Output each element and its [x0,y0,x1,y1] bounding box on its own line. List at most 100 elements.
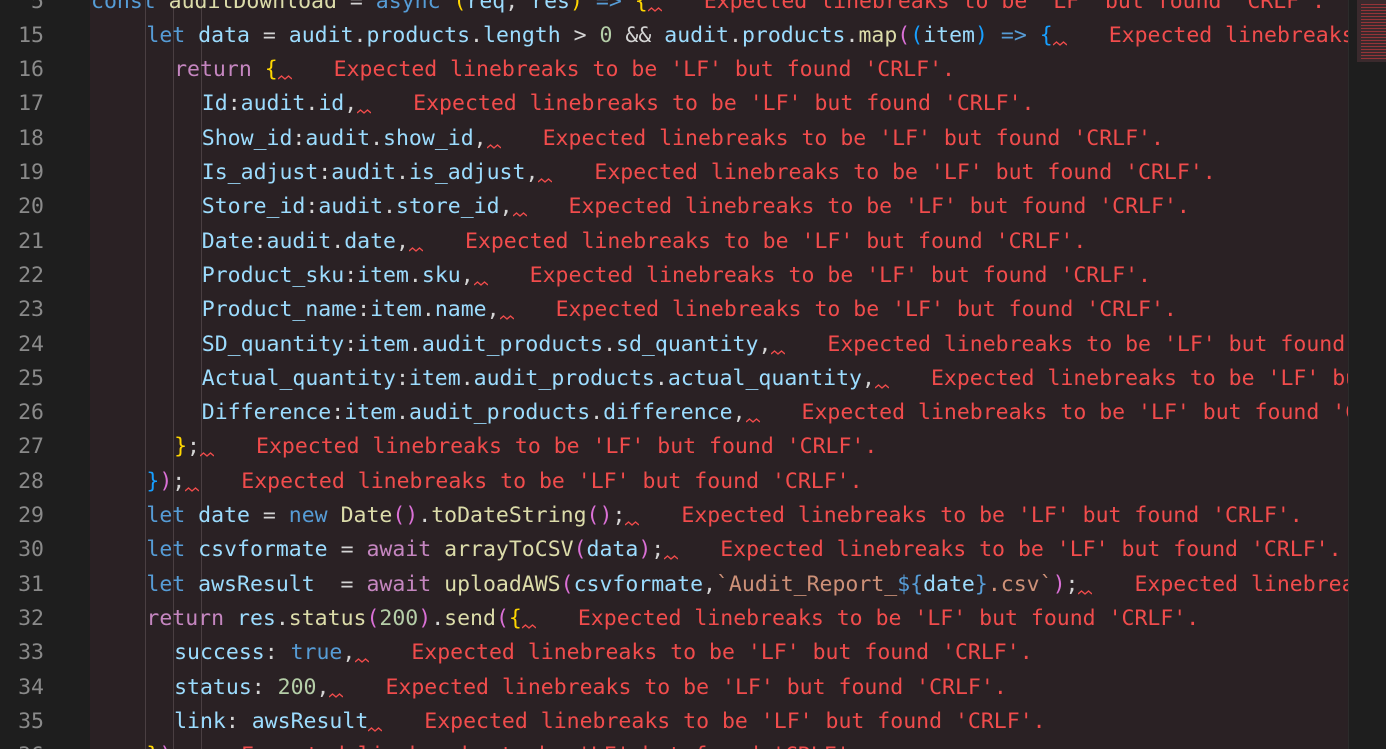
code-token: `Audit_Report_ [715,571,898,597]
code-token: audit [331,160,396,185]
code-token: && [612,22,665,48]
code-token: = [336,0,376,14]
error-lens-message: Expected linebreaks to be 'LF' but found… [413,91,1035,117]
code-token: : [251,674,278,700]
code-line[interactable]: }); Expected linebreaks to be 'LF' but fo… [146,739,862,749]
error-squiggle-icon[interactable] [473,259,488,293]
code-token: audit [240,91,306,117]
code-token: data [586,537,639,563]
code-token: ) [638,537,652,563]
code-text-area[interactable]: const auditDownload = async (req, res) =… [90,0,1348,749]
code-token: . [331,228,345,254]
error-lens-message: Expected linebreaks to be 'LF' but found… [424,708,1046,734]
code-token: audit [288,22,354,48]
error-squiggle-icon[interactable] [408,225,423,259]
line-number: 23 [18,297,44,323]
code-line[interactable]: Date:audit.date, Expected linebreaks to b… [202,225,1086,259]
error-squiggle-icon[interactable] [647,0,662,19]
error-squiggle-icon[interactable] [185,465,200,499]
code-token: uploadAWS [444,571,561,597]
code-token: ( [560,571,574,597]
code-line[interactable]: return {Expected linebreaks to be 'LF' b… [174,53,955,87]
code-line[interactable]: Actual_quantity:item.audit_products.actu… [202,362,1348,396]
code-token: . [460,365,474,391]
code-line[interactable]: let awsResult = await uploadAWS(csvforma… [146,568,1348,602]
code-token: { [508,605,522,631]
code-token: , [758,331,772,357]
code-token: . [408,331,422,357]
code-line[interactable]: Show_id:audit.show_id, Expected linebreak… [202,122,1164,156]
code-token: 200 [277,674,317,700]
error-squiggle-icon[interactable] [664,533,679,567]
error-squiggle-icon[interactable] [512,190,527,224]
line-number: 16 [18,57,44,83]
code-token: . [421,297,435,323]
code-line[interactable]: Product_sku:item.sku, Expected linebreaks… [202,259,1151,293]
code-line[interactable]: return res.status(200).send({Expected li… [146,602,1199,636]
code-token: date [198,503,250,528]
line-number: 20 [18,194,44,220]
code-token: ${ [897,571,924,597]
code-token: await [366,571,445,597]
line-number: 36 [0,739,44,749]
code-token: } [174,434,188,460]
code-token: let [146,22,199,48]
code-token: return [174,57,265,83]
code-token: > [560,22,600,48]
error-squiggle-icon[interactable] [486,122,501,156]
error-squiggle-icon[interactable] [521,602,536,636]
code-line[interactable]: status: 200, Expected linebreaks to be 'L… [174,671,1007,705]
error-squiggle-icon[interactable] [355,636,370,670]
error-squiggle-icon[interactable] [200,430,214,464]
code-token: , [703,571,716,597]
error-squiggle-icon[interactable] [745,396,760,430]
code-line[interactable]: let data = audit.products.length > 0 && … [146,19,1348,53]
code-token: = [327,537,367,563]
code-token: Show_id [201,125,293,151]
code-token: csvformate [573,571,704,597]
line-number: 15 [18,22,44,48]
error-squiggle-icon[interactable] [538,156,553,190]
code-line[interactable]: Product_name:item.name, Expected linebrea… [202,293,1177,327]
code-token: awsResult [251,708,369,734]
code-line[interactable]: Is_adjust:audit.is_adjust, Expected lineb… [202,156,1216,190]
code-token: 200 [379,605,419,631]
code-line[interactable]: SD_quantity:item.audit_products.sd_quant… [202,328,1348,362]
error-squiggle-icon[interactable] [499,293,514,327]
error-squiggle-icon[interactable] [185,739,197,749]
code-token: : [227,91,241,117]
code-token: ; [172,468,186,494]
code-line[interactable]: success: true, Expected linebreaks to be … [174,636,1033,670]
code-line[interactable]: }; Expected linebreaks to be 'LF' but fou… [174,430,877,464]
code-token: new [288,503,341,528]
error-squiggle-icon[interactable] [368,705,383,739]
code-token: ( [573,537,587,563]
error-squiggle-icon[interactable] [329,671,344,705]
code-token: ( [495,605,509,631]
error-squiggle-icon[interactable] [1078,568,1093,602]
minimap-error-markers [1361,4,1386,60]
code-line[interactable]: const auditDownload = async (req, res) =… [91,0,1325,19]
error-squiggle-icon[interactable] [625,499,640,533]
code-editor[interactable]: 5 15 16 17 18 19 20 21 22 23 24 25 26 27 28 29 30 31 32 33 3… [0,0,1386,749]
code-line[interactable]: link: awsResult Expected linebreaks to be… [174,705,1046,739]
error-squiggle-icon[interactable] [771,328,786,362]
code-line[interactable]: }); Expected linebreaks to be 'LF' but fo… [146,465,862,499]
code-token: = [249,503,289,528]
line-number-gutter[interactable]: 5 15 16 17 18 19 20 21 22 23 24 25 26 27 28 29 30 31 32 33 3… [0,0,90,749]
code-line[interactable]: let csvformate = await arrayToCSV(data);… [146,533,1341,567]
error-squiggle-icon[interactable] [277,53,292,87]
code-line[interactable]: let date = new Date().toDateString(); Exp… [146,499,1302,533]
code-line[interactable]: Difference:item.audit_products.differenc… [202,396,1348,430]
line-number: 26 [18,400,44,426]
vertical-scrollbar[interactable] [1348,0,1386,749]
code-token: , [486,297,500,323]
code-line[interactable]: Store_id:audit.store_id, Expected linebre… [202,190,1190,224]
error-squiggle-icon[interactable] [874,362,889,396]
code-line[interactable]: Id:audit.id, Expected linebreaks to be 'L… [202,87,1035,121]
error-squiggle-icon[interactable] [1052,19,1067,53]
line-number: 24 [18,331,44,357]
error-squiggle-icon[interactable] [357,87,372,121]
